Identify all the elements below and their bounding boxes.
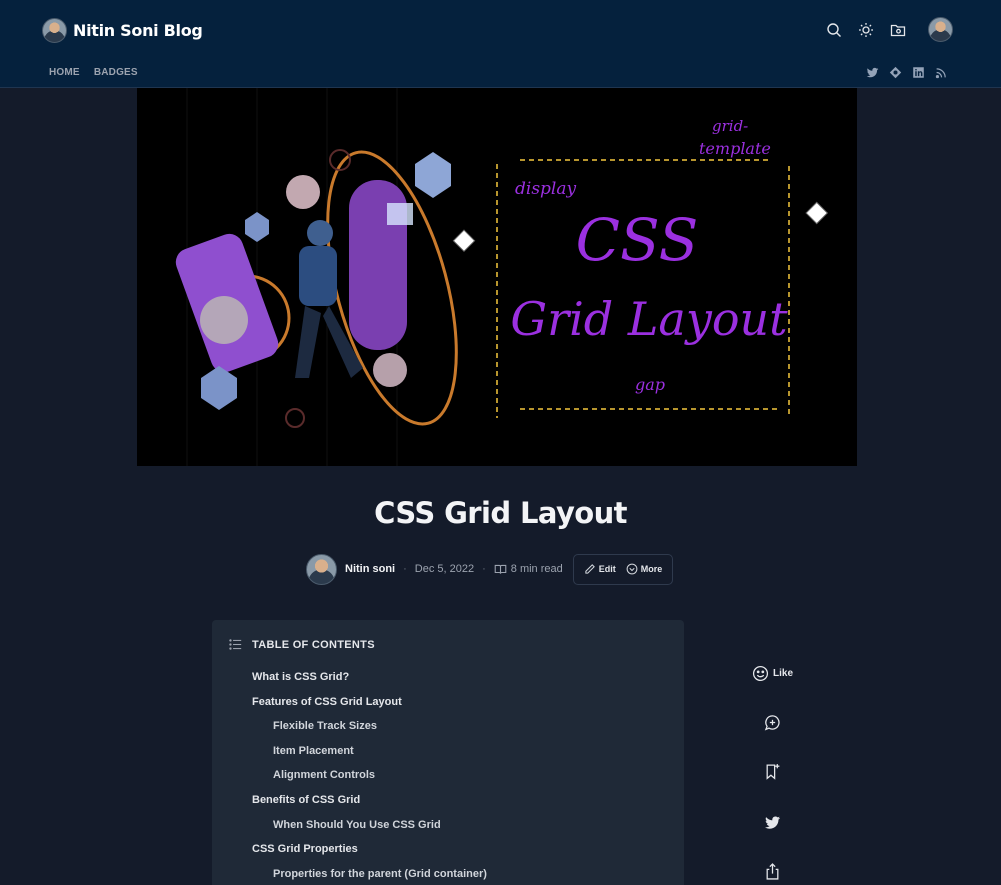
share-twitter-button[interactable] — [764, 814, 781, 831]
blog-brand[interactable]: Nitin Soni Blog — [42, 17, 203, 43]
pencil-icon — [585, 564, 595, 574]
like-label: Like — [773, 668, 794, 679]
nav-badges[interactable]: BADGES — [94, 67, 138, 78]
folder-icon[interactable] — [890, 22, 906, 38]
sun-icon[interactable] — [858, 22, 874, 38]
toc-subitem[interactable]: Item Placement — [252, 744, 487, 769]
post-date: Dec 5, 2022 — [414, 563, 475, 575]
social-links — [866, 66, 948, 79]
bookmark-button[interactable] — [764, 763, 781, 780]
post-actions: Edit More — [572, 553, 674, 585]
twitter-icon — [765, 816, 780, 829]
toc-subitem[interactable]: Properties for the parent (Grid containe… — [252, 867, 487, 885]
post-title: CSS Grid Layout — [374, 496, 627, 530]
toc-heading: TABLE OF CONTENTS — [252, 638, 375, 651]
toc-item[interactable]: What is CSS Grid? — [252, 670, 487, 695]
site-header: Nitin Soni Blog HOME BADGES — [0, 0, 1001, 88]
toc-item[interactable]: Benefits of CSS Grid — [252, 793, 487, 818]
post-meta: Nitin soni · Dec 5, 2022 · 8 min read Ed… — [306, 553, 674, 585]
toc-subitem[interactable]: Flexible Track Sizes — [252, 719, 487, 744]
meta-separator: · — [482, 563, 486, 575]
search-icon[interactable] — [826, 22, 842, 38]
cover-illustration: CSS Grid Layout display grid- template g… — [137, 88, 857, 466]
toc-item[interactable]: CSS Grid Properties — [252, 842, 487, 867]
comment-icon — [764, 715, 780, 731]
linkedin-icon[interactable] — [912, 66, 925, 79]
twitter-icon[interactable] — [866, 66, 879, 79]
rss-icon[interactable] — [935, 66, 948, 79]
share-button[interactable] — [764, 863, 781, 880]
list-icon — [229, 639, 242, 650]
table-of-contents: TABLE OF CONTENTS What is CSS Grid? Feat… — [212, 620, 684, 885]
edit-label: Edit — [598, 564, 616, 574]
toc-subitem[interactable]: Alignment Controls — [252, 768, 487, 793]
user-avatar[interactable] — [928, 17, 953, 42]
toc-item[interactable]: Features of CSS Grid Layout — [252, 695, 487, 720]
chevron-down-circle-icon — [626, 563, 638, 575]
toc-header: TABLE OF CONTENTS — [229, 638, 375, 651]
edit-button[interactable]: Edit — [584, 563, 616, 575]
author-avatar[interactable] — [306, 553, 337, 585]
blog-avatar — [42, 17, 67, 43]
toc-subitem[interactable]: When Should You Use CSS Grid — [252, 818, 487, 843]
more-label: More — [640, 564, 663, 574]
like-button[interactable]: Like — [752, 665, 793, 682]
cover-headline-2: Grid Layout — [510, 292, 788, 346]
cover-word-template: template — [699, 139, 771, 158]
header-actions — [826, 17, 953, 42]
cover-headline-1: CSS — [576, 206, 699, 274]
cover-image: CSS Grid Layout display grid- template g… — [137, 88, 857, 466]
hashnode-icon[interactable] — [889, 66, 902, 79]
book-icon — [494, 564, 507, 574]
comment-button[interactable] — [764, 714, 781, 731]
share-icon — [766, 863, 779, 880]
author-name[interactable]: Nitin soni — [345, 563, 395, 575]
blog-title[interactable]: Nitin Soni Blog — [73, 21, 203, 40]
like-icon — [752, 665, 769, 682]
toc-list: What is CSS Grid? Features of CSS Grid L… — [252, 670, 487, 885]
more-button[interactable]: More — [626, 563, 663, 575]
meta-separator: · — [403, 563, 407, 575]
nav-home[interactable]: HOME — [49, 67, 80, 78]
cover-word-grid: grid- — [712, 117, 748, 135]
cover-word-gap: gap — [635, 375, 665, 394]
read-time: 8 min read — [510, 563, 563, 575]
cover-word-display: display — [515, 179, 576, 199]
main-nav: HOME BADGES — [49, 67, 138, 78]
bookmark-icon — [766, 764, 780, 780]
